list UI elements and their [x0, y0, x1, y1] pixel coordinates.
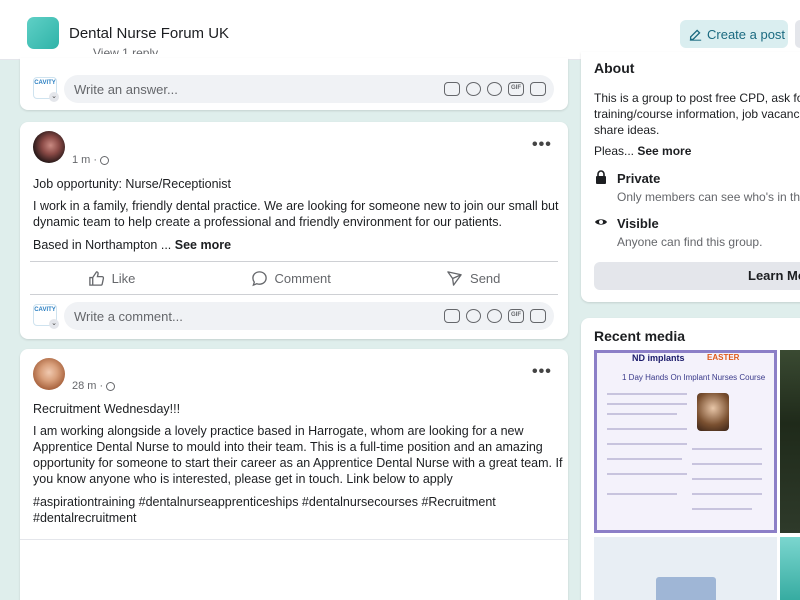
divider: [30, 294, 558, 295]
lock-icon: [596, 170, 606, 184]
globe-icon: [100, 155, 110, 165]
about-desc-line: training/course information, job vacanc: [594, 107, 800, 121]
thumb-graphic: [656, 577, 716, 600]
media-thumbnail[interactable]: [780, 537, 800, 600]
view-replies-link[interactable]: View 1 reply: [93, 46, 158, 54]
create-post-label: Create a post: [707, 26, 786, 42]
thumb-text-line: [692, 463, 762, 465]
post-actions: Like Comment Send: [30, 263, 558, 293]
post-body-line: you know anyone who is interested, pleas…: [33, 472, 453, 486]
thumb-text-line: [607, 443, 687, 445]
comment-button[interactable]: Comment: [251, 270, 331, 287]
private-subtitle: Only members can see who's in the: [617, 190, 800, 204]
sticker-icon[interactable]: [530, 309, 546, 323]
globe-icon: [106, 381, 116, 391]
media-thumbnail[interactable]: ND implants EASTER 1 Day Hands On Implan…: [594, 350, 777, 533]
camera-icon[interactable]: [487, 82, 502, 96]
thumb-text-line: [607, 428, 687, 430]
post-time[interactable]: 1 m ·: [72, 154, 97, 166]
post-meta: 1 m ·: [72, 154, 110, 166]
thumb-text-line: [607, 403, 687, 405]
about-truncated: Pleas... See more: [594, 144, 692, 158]
author-avatar[interactable]: [33, 131, 65, 163]
post-meta: 28 m ·: [72, 380, 116, 392]
divider: [20, 539, 568, 540]
emoji-icon[interactable]: [444, 82, 460, 96]
thumb-text-line: [607, 473, 687, 475]
post-body-line: Apprentice Dental Nurse to mould into th…: [33, 440, 543, 454]
gif-icon[interactable]: GIF: [508, 309, 524, 323]
hashtags-line[interactable]: #aspirationtraining #dentalnurseapprenti…: [33, 494, 496, 510]
see-more-link[interactable]: See more: [637, 144, 691, 158]
more-options-icon[interactable]: •••: [532, 363, 552, 381]
location-text: Based in Northampton ...: [33, 238, 172, 252]
thumb-text-line: [692, 478, 762, 480]
thumb-text-line: [692, 508, 752, 510]
create-post-button[interactable]: Create a post: [680, 20, 788, 48]
thumb-text-line: [607, 458, 682, 460]
learn-more-button[interactable]: Learn Mo: [594, 262, 800, 290]
post-body-line: I work in a family, friendly dental prac…: [33, 199, 559, 213]
comment-input[interactable]: Write a comment... GIF: [64, 302, 554, 330]
thumb-headline: 1 Day Hands On Implant Nurses Course: [622, 373, 766, 382]
sticker-icon[interactable]: [530, 82, 546, 96]
thumb-text-line: [607, 413, 677, 415]
gif-icon[interactable]: GIF: [508, 82, 524, 96]
post-location: Based in Northampton ... See more: [33, 237, 231, 253]
emoji-icon[interactable]: [444, 309, 460, 323]
answer-placeholder: Write an answer...: [74, 81, 178, 97]
thumb-logo: EASTER: [707, 353, 740, 362]
post-title: Recruitment Wednesday!!!: [33, 402, 181, 416]
more-options-icon[interactable]: •••: [532, 136, 552, 154]
chevron-down-icon[interactable]: ⌄: [49, 92, 59, 102]
about-desc-line: share ideas.: [594, 123, 660, 137]
comment-icon: [251, 270, 267, 286]
send-button[interactable]: Send: [446, 270, 500, 287]
camera-icon[interactable]: [487, 309, 502, 323]
group-title[interactable]: Dental Nurse Forum UK: [69, 25, 229, 42]
recent-media-title: Recent media: [594, 328, 686, 344]
author-avatar[interactable]: [33, 358, 65, 390]
more-header-button[interactable]: [795, 20, 800, 48]
eye-icon: [595, 219, 607, 225]
post-body-line: dynamic team to help create a profession…: [33, 215, 503, 229]
media-thumbnail[interactable]: [780, 350, 800, 533]
post-time[interactable]: 28 m ·: [72, 380, 103, 392]
visible-title: Visible: [617, 216, 659, 231]
post-title: Job opportunity: Nurse/Receptionist: [33, 177, 232, 191]
like-button[interactable]: Like: [88, 270, 135, 287]
thumb-text-line: [607, 393, 687, 395]
thumb-text-line: [692, 448, 762, 450]
comment-placeholder: Write a comment...: [74, 308, 183, 324]
smile-icon[interactable]: [466, 82, 481, 96]
about-description: This is a group to post free CPD, ask fo…: [594, 90, 800, 138]
about-desc-line: This is a group to post free CPD, ask fo: [594, 91, 800, 105]
media-thumbnail[interactable]: [594, 537, 777, 600]
visible-subtitle: Anyone can find this group.: [617, 235, 763, 249]
answer-input[interactable]: Write an answer... GIF: [64, 75, 554, 103]
send-icon: [447, 270, 462, 286]
edit-icon: [689, 29, 702, 41]
about-title: About: [594, 60, 635, 76]
thumb-text-line: [692, 493, 762, 495]
smile-icon[interactable]: [466, 309, 481, 323]
private-title: Private: [617, 171, 661, 186]
thumb-photo: [697, 393, 729, 431]
thumb-logo: ND implants: [632, 353, 685, 363]
post-body-line: I am working alongside a lovely practice…: [33, 424, 524, 438]
chevron-down-icon[interactable]: ⌄: [49, 319, 59, 329]
thumb-text-line: [607, 493, 677, 495]
hashtags-line[interactable]: #dentalrecruitment: [33, 510, 137, 526]
divider: [30, 261, 558, 262]
post-body-line: opportunity for someone to start their c…: [33, 456, 563, 470]
see-more-link[interactable]: See more: [175, 238, 231, 252]
group-icon[interactable]: [27, 17, 59, 49]
thumbs-up-icon: [88, 270, 104, 286]
